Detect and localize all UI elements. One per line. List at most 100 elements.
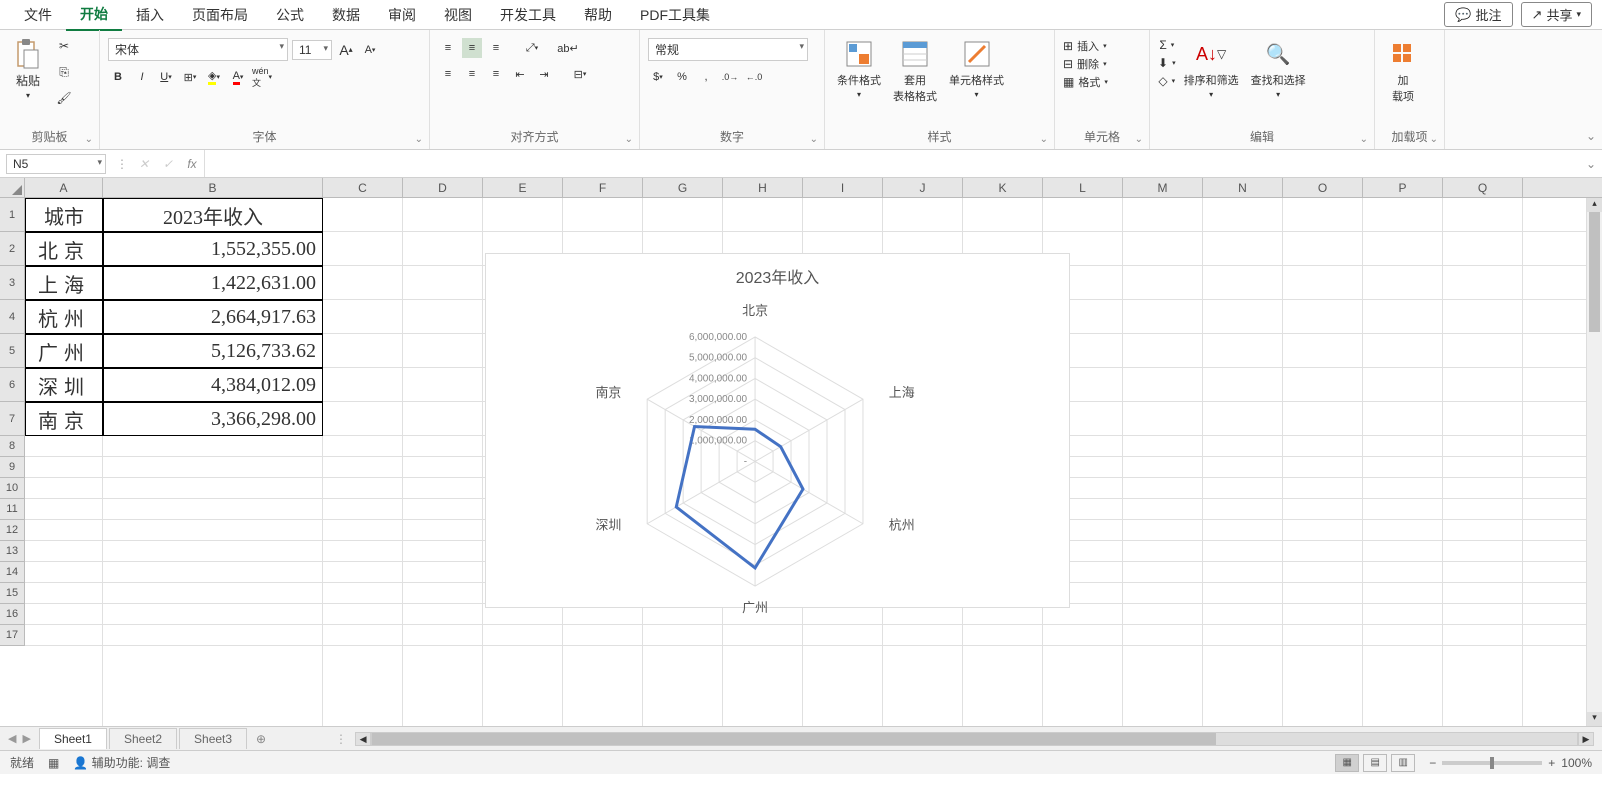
merge-button[interactable]: ⊟▾ [570, 64, 590, 84]
cell[interactable]: 1,422,631.00 [103, 266, 323, 300]
row-header[interactable]: 6 [0, 368, 25, 402]
menu-devtools[interactable]: 开发工具 [486, 0, 570, 30]
underline-button[interactable]: U▾ [156, 67, 176, 87]
format-cells-button[interactable]: ▦格式▾ [1063, 74, 1108, 90]
column-header[interactable]: D [403, 178, 483, 197]
column-header[interactable]: C [323, 178, 403, 197]
column-header[interactable]: K [963, 178, 1043, 197]
zoom-slider[interactable] [1442, 761, 1542, 765]
row-header[interactable]: 14 [0, 562, 25, 583]
zoom-out-button[interactable]: − [1429, 756, 1436, 770]
column-header[interactable]: O [1283, 178, 1363, 197]
accept-formula-button[interactable]: ✓ [156, 157, 180, 171]
cell[interactable]: 5,126,733.62 [103, 334, 323, 368]
sort-filter-button[interactable]: A↓▽ 排序和筛选 ▾ [1180, 34, 1243, 103]
font-name-select[interactable]: 宋体 [108, 38, 288, 61]
cell[interactable]: 深圳 [25, 368, 103, 402]
menu-file[interactable]: 文件 [10, 0, 66, 30]
collapse-ribbon-button[interactable]: ⌄ [1586, 129, 1596, 143]
formula-input[interactable] [204, 150, 1580, 177]
conditional-format-button[interactable]: 条件格式 ▾ [833, 34, 885, 103]
wrap-text-button[interactable]: ab↵ [558, 38, 578, 58]
insert-cells-button[interactable]: ⊞插入▾ [1063, 38, 1107, 54]
row-header[interactable]: 15 [0, 583, 25, 604]
row-header[interactable]: 13 [0, 541, 25, 562]
vertical-scrollbar[interactable]: ▴ ▾ [1586, 198, 1602, 726]
row-header[interactable]: 7 [0, 402, 25, 436]
row-header[interactable]: 11 [0, 499, 25, 520]
column-header[interactable]: N [1203, 178, 1283, 197]
bold-button[interactable]: B [108, 67, 128, 87]
horizontal-scrollbar[interactable]: ◀ ▶ [355, 732, 1594, 746]
find-select-button[interactable]: 🔍 查找和选择 ▾ [1247, 34, 1310, 103]
row-header[interactable]: 17 [0, 625, 25, 646]
column-header[interactable]: H [723, 178, 803, 197]
column-header[interactable]: Q [1443, 178, 1523, 197]
copy-button[interactable]: ⎘ [52, 60, 76, 84]
fill-color-button[interactable]: ◈▾ [204, 67, 224, 87]
menu-view[interactable]: 视图 [430, 0, 486, 30]
cell[interactable]: 北京 [25, 232, 103, 266]
menu-help[interactable]: 帮助 [570, 0, 626, 30]
row-header[interactable]: 5 [0, 334, 25, 368]
row-header[interactable]: 1 [0, 198, 25, 232]
menu-insert[interactable]: 插入 [122, 0, 178, 30]
column-header[interactable]: G [643, 178, 723, 197]
increase-indent-button[interactable]: ⇥ [534, 64, 554, 84]
scroll-up-button[interactable]: ▴ [1587, 198, 1602, 212]
currency-button[interactable]: $▾ [648, 67, 668, 87]
tab-nav-next[interactable]: ▶ [20, 732, 32, 745]
align-bottom-button[interactable]: ≡ [486, 38, 506, 58]
cell[interactable]: 南京 [25, 402, 103, 436]
menu-review[interactable]: 审阅 [374, 0, 430, 30]
column-header[interactable]: E [483, 178, 563, 197]
radar-chart[interactable]: 2023年收入 北京上海杭州广州深圳南京-1,000,000.002,000,0… [485, 253, 1070, 608]
page-break-view-button[interactable]: ▥ [1391, 754, 1415, 772]
menu-data[interactable]: 数据 [318, 0, 374, 30]
scroll-down-button[interactable]: ▾ [1587, 712, 1602, 726]
menu-home[interactable]: 开始 [66, 0, 122, 31]
phonetic-button[interactable]: wén文▾ [252, 67, 272, 87]
zoom-in-button[interactable]: + [1548, 756, 1555, 770]
paste-button[interactable]: 粘贴 ▾ [8, 34, 48, 104]
cell[interactable]: 4,384,012.09 [103, 368, 323, 402]
percent-button[interactable]: % [672, 67, 692, 87]
autosum-button[interactable]: Σ▾ [1159, 38, 1174, 52]
cell[interactable]: 2023年收入 [103, 198, 323, 232]
addins-button[interactable]: 加 载项 [1383, 34, 1423, 108]
column-header[interactable]: M [1123, 178, 1203, 197]
increase-font-button[interactable]: A▴ [336, 40, 356, 60]
row-header[interactable]: 9 [0, 457, 25, 478]
font-size-select[interactable]: 11 [292, 40, 332, 60]
hscroll-right-button[interactable]: ▶ [1578, 732, 1594, 746]
select-all-corner[interactable] [0, 178, 25, 197]
cell[interactable]: 1,552,355.00 [103, 232, 323, 266]
zoom-level[interactable]: 100% [1561, 756, 1592, 770]
cell[interactable]: 广州 [25, 334, 103, 368]
menu-formula[interactable]: 公式 [262, 0, 318, 30]
hscroll-left-button[interactable]: ◀ [355, 732, 371, 746]
increase-decimal-button[interactable]: .0→ [720, 67, 740, 87]
name-box[interactable]: N5 [6, 154, 106, 174]
tab-nav-prev[interactable]: ◀ [6, 732, 18, 745]
cell-style-button[interactable]: 单元格样式 ▾ [945, 34, 1008, 103]
row-header[interactable]: 12 [0, 520, 25, 541]
delete-cells-button[interactable]: ⊟删除▾ [1063, 56, 1107, 72]
decrease-decimal-button[interactable]: ←.0 [744, 67, 764, 87]
share-button[interactable]: ↗ 共享 ▾ [1521, 2, 1592, 27]
cell[interactable]: 城市 [25, 198, 103, 232]
decrease-font-button[interactable]: A▾ [360, 40, 380, 60]
column-header[interactable]: L [1043, 178, 1123, 197]
orientation-button[interactable]: ⤢▾ [522, 38, 542, 58]
row-header[interactable]: 10 [0, 478, 25, 499]
accessibility-status[interactable]: 👤 辅助功能: 调查 [73, 754, 170, 771]
column-header[interactable]: J [883, 178, 963, 197]
border-button[interactable]: ⊞▾ [180, 67, 200, 87]
expand-formula-button[interactable]: ⌄ [1580, 157, 1602, 171]
menu-pdf[interactable]: PDF工具集 [626, 0, 724, 30]
cut-button[interactable]: ✂ [52, 34, 76, 58]
comma-button[interactable]: , [696, 67, 716, 87]
comment-button[interactable]: 💬 批注 [1444, 2, 1512, 27]
normal-view-button[interactable]: ▦ [1335, 754, 1359, 772]
column-header[interactable]: P [1363, 178, 1443, 197]
